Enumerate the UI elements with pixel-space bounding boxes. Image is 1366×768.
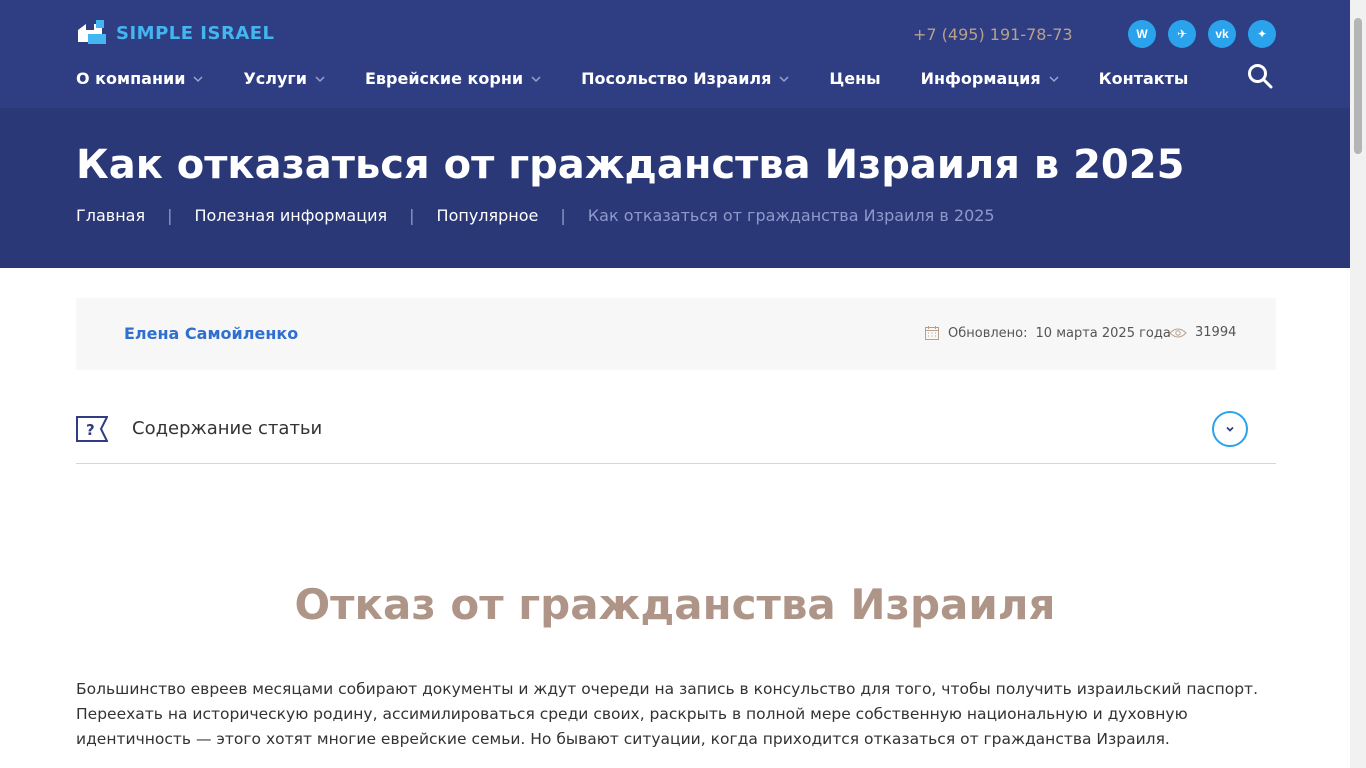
calendar-icon: [925, 326, 939, 340]
chevron-down-icon: [531, 75, 541, 82]
breadcrumb-separator: |: [560, 206, 566, 225]
nav-item-information[interactable]: Информация: [921, 69, 1059, 88]
eye-icon: [1169, 328, 1187, 337]
updated-date: Обновлено: 10 марта 2025 года: [924, 325, 1171, 341]
nav-item-jewish-roots[interactable]: Еврейские корни: [365, 69, 541, 88]
article-meta: Елена Самойленко Обновлено: 10 марта 202…: [76, 298, 1276, 370]
breadcrumb-current: Как отказаться от гражданства Израиля в …: [587, 206, 995, 225]
page-scrollbar[interactable]: [1350, 0, 1366, 768]
search-icon[interactable]: [1247, 63, 1273, 89]
nav-item-label: Еврейские корни: [364, 69, 524, 88]
toc-toggle-button[interactable]: [1212, 411, 1248, 447]
phone-link[interactable]: +7 (495) 191-78-73: [913, 25, 1073, 44]
article-heading: Отказ от гражданства Израиля: [294, 580, 1056, 629]
chevron-down-icon: [193, 75, 203, 82]
social-links: W ✈ vk ✦: [1128, 20, 1276, 48]
nav-item-services[interactable]: Услуги: [243, 69, 325, 88]
views-value: 31994: [1195, 325, 1237, 340]
chevron-down-icon: [315, 75, 325, 82]
nav-item-company[interactable]: О компании: [76, 69, 203, 88]
nav-item-label: Посольство Израиля: [581, 69, 772, 88]
breadcrumb: Главная | Полезная информация | Популярн…: [76, 206, 995, 225]
logo-icon: [78, 20, 106, 44]
scrollbar-thumb[interactable]: [1354, 18, 1362, 154]
vk-icon[interactable]: vk: [1208, 20, 1236, 48]
breadcrumb-separator: |: [167, 206, 173, 225]
question-flag-icon: ?: [76, 416, 108, 442]
nav-item-contacts[interactable]: Контакты: [1099, 69, 1189, 88]
chevron-down-icon: [1226, 426, 1234, 432]
breadcrumb-home[interactable]: Главная: [76, 206, 145, 225]
nav-item-label: Информация: [920, 69, 1041, 88]
updated-label: Обновлено:: [948, 325, 1028, 341]
breadcrumb-popular[interactable]: Популярное: [437, 206, 539, 225]
chevron-down-icon: [779, 75, 789, 82]
nav-item-label: Контакты: [1098, 69, 1189, 88]
telegram-icon[interactable]: ✈: [1168, 20, 1196, 48]
chevron-down-icon: [1049, 75, 1059, 82]
nav-item-label: О компании: [76, 69, 186, 88]
svg-text:?: ?: [86, 421, 95, 439]
main-nav: О компании Услуги Еврейские корни Посоль…: [76, 69, 1228, 88]
breadcrumb-useful-info[interactable]: Полезная информация: [195, 206, 388, 225]
breadcrumb-separator: |: [409, 206, 415, 225]
nav-item-prices[interactable]: Цены: [829, 69, 880, 88]
toc-title: Содержание статьи: [132, 418, 323, 439]
logo-text: SIMPLE ISRAEL: [116, 22, 275, 44]
whatsapp-icon[interactable]: W: [1128, 20, 1156, 48]
nav-item-label: Услуги: [243, 69, 307, 88]
page-banner: Как отказаться от гражданства Израиля в …: [0, 108, 1350, 268]
article-paragraph: Большинство евреев месяцами собирают док…: [76, 680, 1258, 748]
views-count: 31994: [1169, 325, 1236, 340]
author-link[interactable]: Елена Самойленко: [124, 324, 298, 343]
nav-item-embassy[interactable]: Посольство Израиля: [581, 69, 789, 88]
logo[interactable]: SIMPLE ISRAEL: [76, 20, 275, 46]
site-header: SIMPLE ISRAEL +7 (495) 191-78-73 W ✈ vk …: [0, 0, 1350, 108]
nav-item-label: Цены: [829, 69, 881, 88]
table-of-contents[interactable]: ? Содержание статьи: [76, 398, 1276, 464]
updated-value: 10 марта 2025 года: [1035, 325, 1171, 341]
page-title: Как отказаться от гражданства Израиля в …: [76, 142, 1185, 188]
star-icon[interactable]: ✦: [1248, 20, 1276, 48]
